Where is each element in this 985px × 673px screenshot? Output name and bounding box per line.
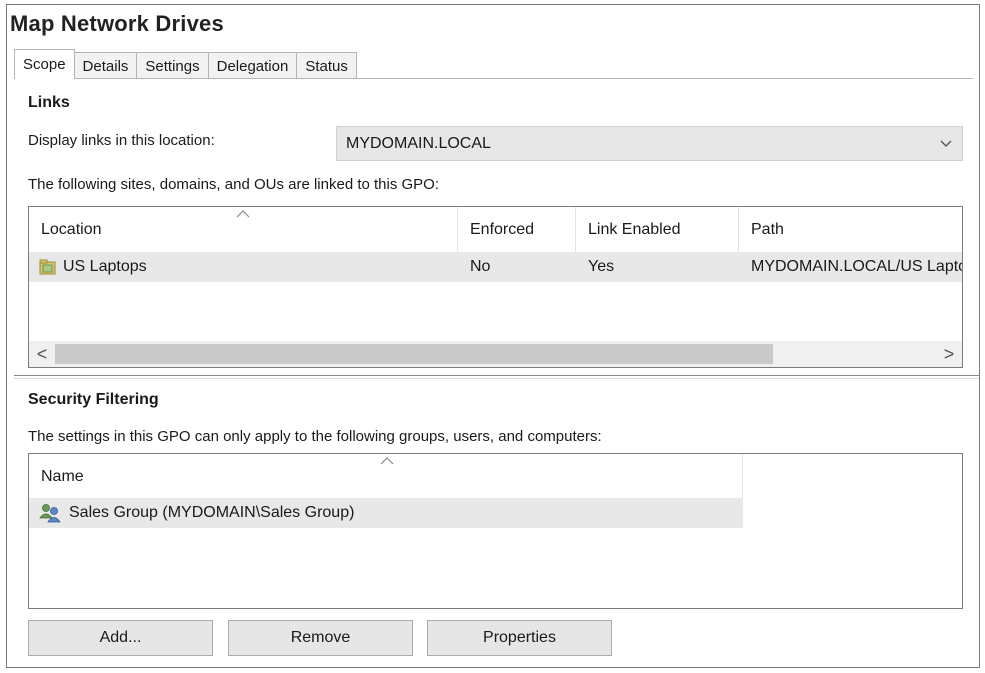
location-dropdown-value: MYDOMAIN.LOCAL (346, 134, 491, 152)
chevron-down-icon (940, 140, 952, 147)
tab-scope[interactable]: Scope (14, 49, 75, 79)
add-button[interactable]: Add... (28, 620, 213, 656)
column-link-enabled[interactable]: Link Enabled (576, 207, 739, 253)
tab-status[interactable]: Status (296, 52, 357, 79)
scrollbar-thumb[interactable] (55, 344, 773, 364)
links-description: The following sites, domains, and OUs ar… (28, 176, 440, 193)
cell-location: US Laptops (63, 258, 147, 275)
tab-delegation[interactable]: Delegation (207, 52, 298, 79)
column-enforced-label: Enforced (470, 221, 535, 238)
sort-ascending-icon (380, 457, 394, 465)
tab-divider (14, 78, 973, 79)
display-links-label: Display links in this location: (28, 132, 215, 149)
tab-settings[interactable]: Settings (136, 52, 209, 79)
cell-enforced: No (470, 258, 491, 275)
sort-ascending-icon (236, 210, 250, 218)
column-link-enabled-label: Link Enabled (588, 221, 681, 238)
links-list: Location Enforced Link Enabled Path US L… (28, 206, 963, 368)
cell-name: Sales Group (MYDOMAIN\Sales Group) (69, 504, 355, 521)
remove-button[interactable]: Remove (228, 620, 413, 656)
tab-details[interactable]: Details (73, 52, 138, 79)
table-row[interactable]: US Laptops No Yes MYDOMAIN.LOCAL/US Lapt… (29, 252, 963, 282)
location-dropdown[interactable]: MYDOMAIN.LOCAL (336, 126, 963, 161)
tab-strip: Scope Details Settings Delegation Status (14, 49, 357, 79)
pane-splitter[interactable] (14, 375, 979, 379)
column-enforced[interactable]: Enforced (458, 207, 576, 253)
links-horizontal-scrollbar[interactable]: < > (29, 341, 962, 367)
links-heading: Links (28, 94, 70, 111)
scroll-left-icon[interactable]: < (29, 341, 55, 367)
organizational-unit-icon (39, 259, 56, 275)
security-description: The settings in this GPO can only apply … (28, 428, 602, 445)
column-location-label: Location (41, 221, 102, 238)
security-list: Name Sales Group (MYDOMAIN\Sales Group) (28, 453, 963, 609)
gpo-title: Map Network Drives (10, 11, 224, 36)
column-path-label: Path (751, 221, 784, 238)
cell-path: MYDOMAIN.LOCAL/US Laptops (751, 258, 963, 275)
security-list-header: Name (29, 454, 962, 500)
table-row[interactable]: Sales Group (MYDOMAIN\Sales Group) (29, 498, 743, 528)
properties-button[interactable]: Properties (427, 620, 612, 656)
column-name-label: Name (41, 468, 84, 485)
links-list-header: Location Enforced Link Enabled Path (29, 207, 962, 253)
column-path[interactable]: Path (739, 207, 962, 253)
user-group-icon (39, 504, 61, 523)
security-filtering-heading: Security Filtering (28, 391, 159, 408)
cell-link-enabled: Yes (588, 258, 615, 275)
scroll-right-icon[interactable]: > (936, 341, 962, 367)
